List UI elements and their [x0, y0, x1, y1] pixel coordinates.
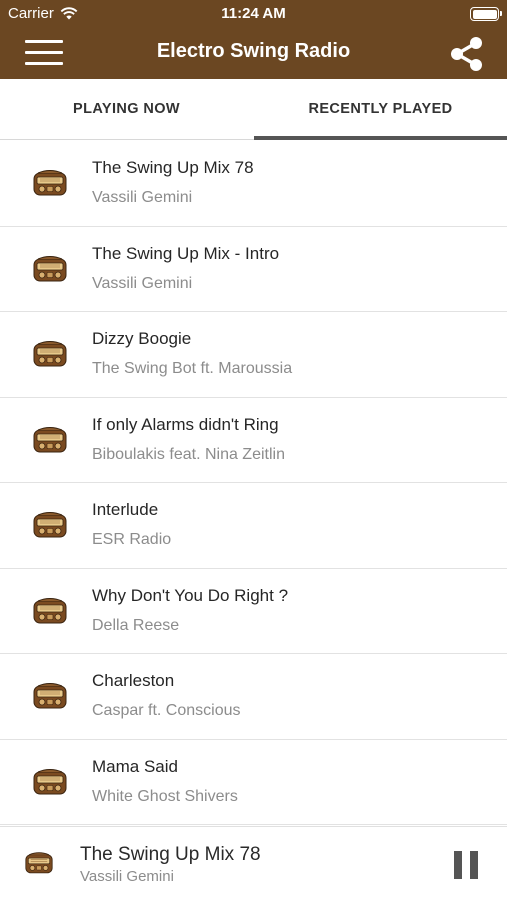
song-title: Dizzy Boogie: [92, 329, 192, 348]
selected-tab-indicator: [254, 136, 507, 140]
artist-name: Della Reese: [92, 616, 180, 634]
now-playing-bar[interactable]: The Swing Up Mix 78 Vassili Gemini: [0, 826, 507, 900]
now-playing-artist: Vassili Gemini: [80, 868, 174, 885]
vintage-radio-icon: [33, 426, 67, 453]
artist-name: Biboulakis feat. Nina Zeitlin: [92, 445, 285, 463]
list-item[interactable]: Mama Said White Ghost Shivers: [0, 740, 507, 825]
pause-button[interactable]: [454, 851, 478, 879]
clock: 11:24 AM: [221, 5, 286, 22]
recently-played-list: The Swing Up Mix 78 Vassili Gemini The S…: [0, 141, 507, 825]
vintage-radio-icon: [33, 341, 67, 367]
vintage-radio-icon: [33, 683, 67, 709]
list-item[interactable]: Interlude ESR Radio: [0, 483, 507, 569]
song-title: Why Don't You Do Right ?: [92, 585, 289, 605]
list-item[interactable]: Charleston Caspar ft. Conscious: [0, 654, 507, 740]
artist-name: Vassili Gemini: [92, 189, 193, 206]
artist-name: The Swing Bot ft. Maroussia: [92, 360, 293, 377]
song-title: Interlude: [92, 500, 159, 519]
artist-name: Vassili Gemini: [92, 274, 193, 292]
tab-recently-played[interactable]: RECENTLY PLAYED: [254, 79, 507, 140]
song-title: Charleston: [92, 671, 175, 690]
vintage-radio-icon: [33, 512, 67, 538]
song-title: If only Alarms didn't Ring: [92, 414, 279, 434]
song-title: The Swing Up Mix - Intro: [92, 243, 280, 263]
list-item[interactable]: Dizzy Boogie The Swing Bot ft. Maroussia: [0, 312, 507, 398]
song-title: Mama Said: [92, 756, 178, 776]
vintage-radio-icon: [33, 768, 67, 795]
share-icon: [451, 37, 482, 71]
vintage-radio-icon: [25, 852, 53, 874]
list-item[interactable]: If only Alarms didn't Ring Biboulakis fe…: [0, 398, 507, 483]
artist-name: ESR Radio: [92, 531, 172, 548]
now-playing-title: The Swing Up Mix 78: [80, 844, 261, 865]
list-item[interactable]: Why Don't You Do Right ? Della Reese: [0, 569, 507, 654]
artist-name: White Ghost Shivers: [92, 787, 238, 805]
song-title: The Swing Up Mix 78: [92, 158, 254, 177]
artist-name: Caspar ft. Conscious: [92, 702, 241, 719]
vintage-radio-icon: [33, 255, 67, 282]
tab-playing-now[interactable]: PLAYING NOW: [0, 79, 253, 140]
tab-bar: PLAYING NOW RECENTLY PLAYED: [0, 79, 507, 140]
vintage-radio-icon: [33, 170, 67, 196]
page-title: Electro Swing Radio: [156, 40, 351, 62]
battery-icon: [470, 7, 502, 21]
share-button[interactable]: [449, 35, 485, 73]
nav-bar: Electro Swing Radio: [0, 28, 507, 79]
list-item[interactable]: The Swing Up Mix - Intro Vassili Gemini: [0, 227, 507, 312]
vintage-radio-icon: [33, 597, 67, 624]
status-bar: Carrier 11:24 AM: [0, 0, 507, 28]
list-item[interactable]: The Swing Up Mix 78 Vassili Gemini: [0, 141, 507, 227]
